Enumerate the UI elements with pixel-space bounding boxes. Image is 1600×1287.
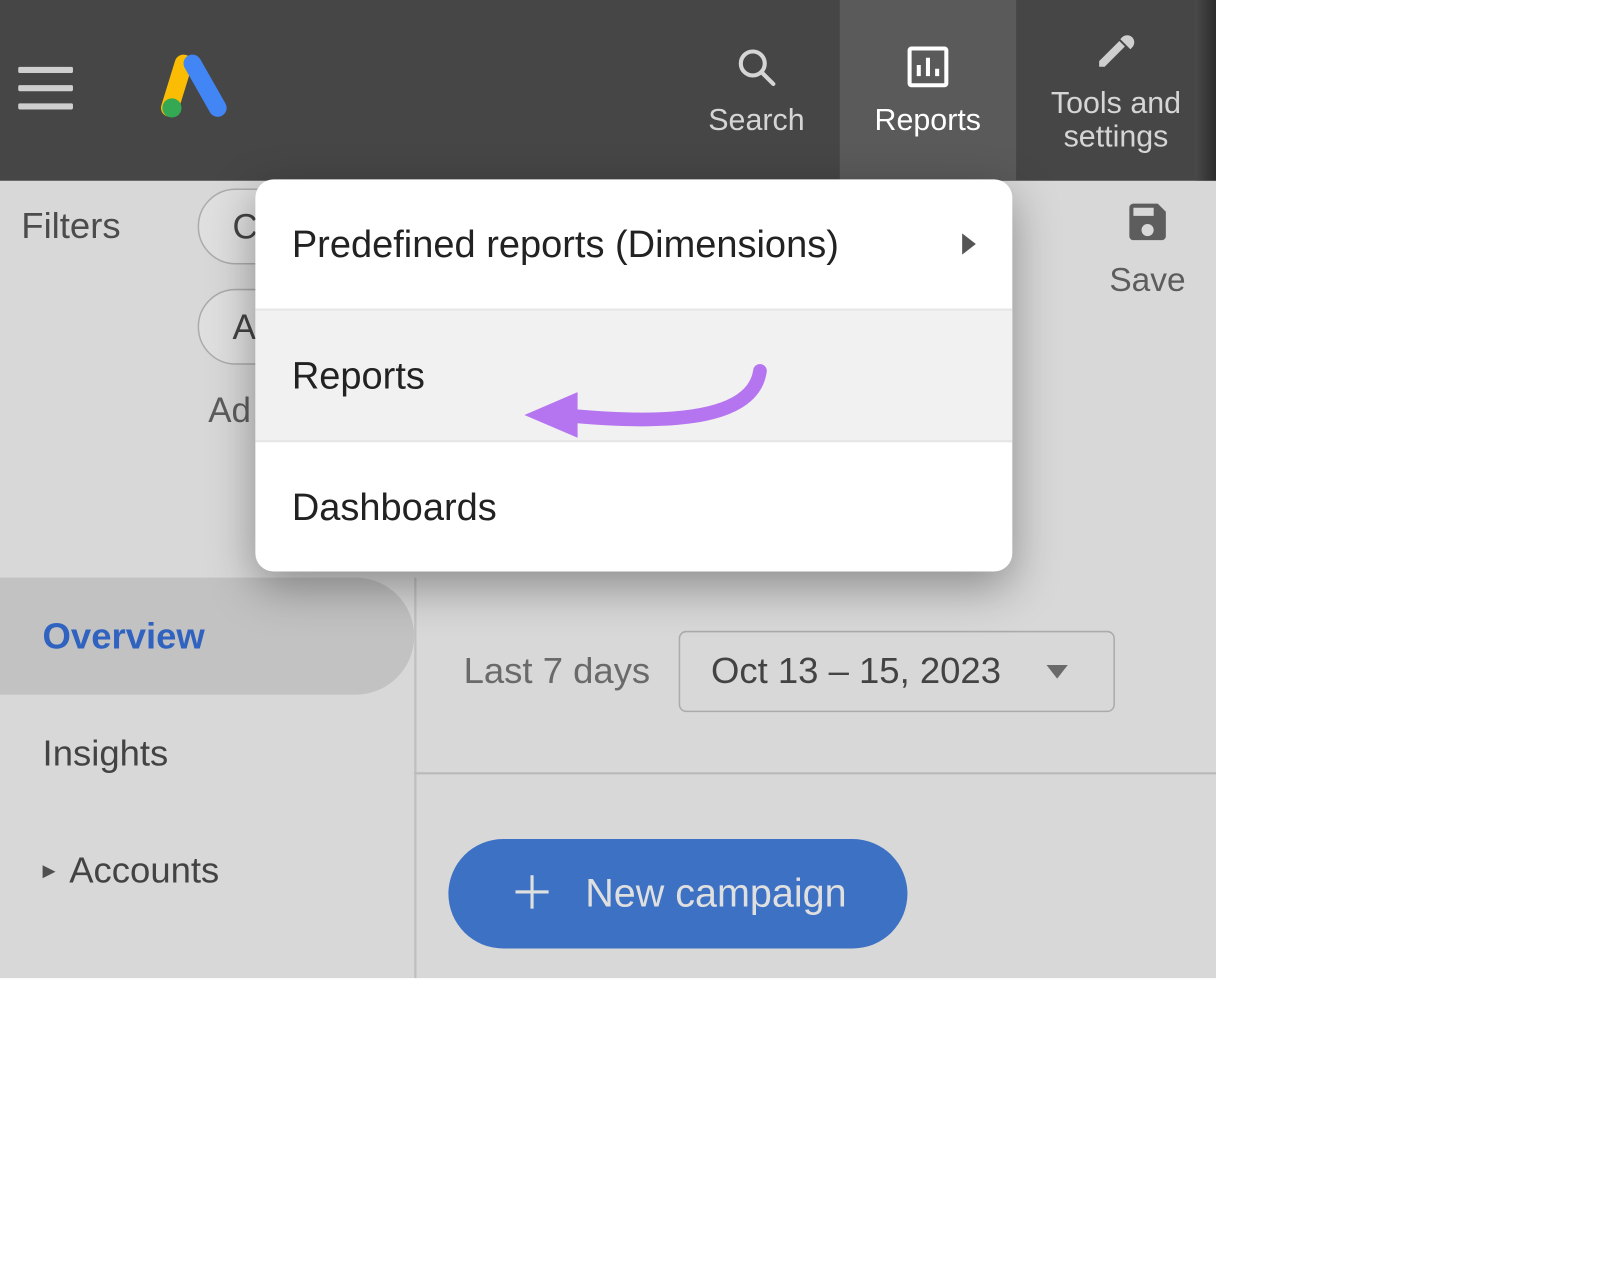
dropdown-item-predefined-reports[interactable]: Predefined reports (Dimensions) — [255, 179, 1012, 308]
date-range-row: Last 7 days Oct 13 – 15, 2023 — [464, 631, 1115, 712]
tools-settings-button[interactable]: Tools and settings — [1016, 0, 1216, 181]
search-icon — [734, 44, 780, 90]
wrench-icon — [1093, 27, 1139, 73]
filters-row: Filters — [21, 205, 120, 247]
new-campaign-button[interactable]: ＋ New campaign — [448, 839, 907, 948]
new-campaign-label: New campaign — [585, 871, 846, 917]
search-button[interactable]: Search — [673, 0, 839, 181]
chip-text: C — [233, 206, 258, 247]
sidebar-item-label: Insights — [43, 732, 169, 774]
google-ads-logo-icon — [160, 53, 228, 121]
date-range-select[interactable]: Oct 13 – 15, 2023 — [679, 631, 1115, 712]
bar-chart-icon — [905, 44, 951, 90]
app-header: Search Reports Tools and settings — [0, 0, 1216, 181]
search-label: Search — [708, 103, 804, 136]
sidebar-item-label: Overview — [43, 615, 205, 657]
save-label: Save — [1109, 261, 1185, 299]
header-edge — [1195, 0, 1216, 181]
reports-button[interactable]: Reports — [840, 0, 1016, 181]
sidebar: Overview Insights ▸ Accounts — [0, 578, 414, 929]
chevron-down-icon — [1047, 665, 1068, 679]
sidebar-item-accounts[interactable]: ▸ Accounts — [0, 812, 414, 929]
tools-settings-label: Tools and settings — [1051, 87, 1181, 154]
save-button[interactable]: Save — [1109, 198, 1185, 300]
chip-text: A — [233, 306, 256, 347]
divider — [414, 772, 1216, 774]
date-range-value: Oct 13 – 15, 2023 — [711, 651, 1001, 693]
dropdown-item-label: Dashboards — [292, 485, 497, 529]
chevron-right-icon — [962, 233, 976, 254]
vertical-divider — [414, 578, 416, 979]
chevron-right-icon: ▸ — [43, 855, 56, 885]
filters-label: Filters — [21, 205, 120, 247]
dropdown-item-reports[interactable]: Reports — [255, 311, 1012, 440]
menu-icon[interactable] — [18, 67, 73, 110]
reports-label: Reports — [875, 103, 981, 136]
sidebar-item-overview[interactable]: Overview — [0, 578, 414, 695]
date-range-label: Last 7 days — [464, 651, 651, 693]
reports-dropdown: Predefined reports (Dimensions) Reports … — [255, 179, 1012, 571]
dropdown-item-dashboards[interactable]: Dashboards — [255, 442, 1012, 571]
dropdown-item-label: Predefined reports (Dimensions) — [292, 222, 839, 266]
sidebar-item-insights[interactable]: Insights — [0, 695, 414, 812]
dropdown-item-label: Reports — [292, 353, 425, 397]
sidebar-item-label: Accounts — [69, 849, 219, 891]
save-icon — [1123, 198, 1172, 247]
